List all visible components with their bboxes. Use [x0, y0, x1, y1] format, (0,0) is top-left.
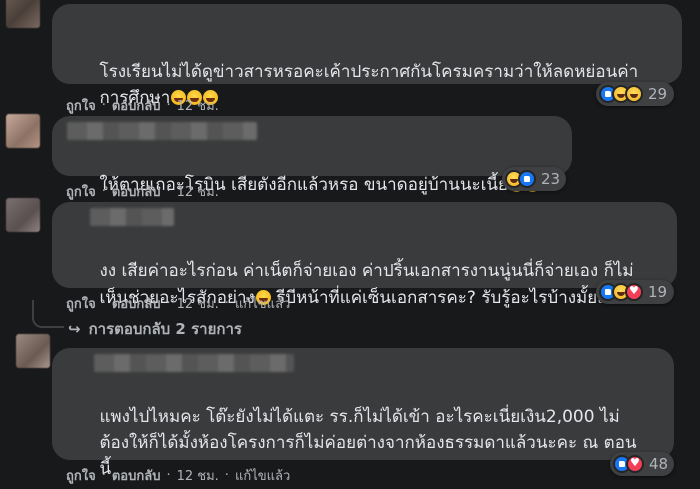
- timestamp[interactable]: 12 ชม.: [177, 95, 219, 116]
- reply-link[interactable]: ตอบกลับ: [112, 181, 161, 202]
- comment-actions: ถูกใจ · ตอบกลับ · 12 ชม.: [66, 181, 219, 202]
- reaction-count: 48: [649, 455, 669, 473]
- reaction-count: 29: [648, 85, 668, 103]
- comment-text-line: รีบีหน้าที่แค่เซ็นเอกสารคะ? รับรู้อะไรบ้…: [270, 288, 624, 308]
- comment-actions: ถูกใจ · ตอบกลับ · 12 ชม.: [66, 95, 219, 116]
- reply-link[interactable]: ตอบกลับ: [112, 465, 161, 486]
- thread-line: [32, 300, 64, 328]
- author-name[interactable]: [67, 122, 257, 140]
- reaction-count: 23: [541, 170, 561, 188]
- separator-dot: ·: [166, 98, 171, 113]
- reaction-summary[interactable]: 29: [596, 82, 674, 106]
- comment-bubble: งง เสียค่าอะไรก่อน ค่าเน็ตก็จ่ายเอง ค่าป…: [52, 202, 677, 308]
- separator-dot: ·: [101, 468, 106, 483]
- reaction-summary[interactable]: 19: [596, 280, 674, 304]
- author-name[interactable]: [90, 208, 174, 226]
- love-reaction-icon: [625, 283, 643, 301]
- separator-dot: ·: [224, 468, 229, 483]
- timestamp[interactable]: 12 ชม.: [177, 465, 219, 486]
- reaction-summary[interactable]: 48: [610, 452, 674, 476]
- avatar[interactable]: [6, 114, 40, 148]
- edited-label[interactable]: แก้ไขแล้ว: [235, 293, 290, 314]
- avatar[interactable]: [6, 198, 40, 232]
- comment-actions: ถูกใจ · ตอบกลับ · 12 ชม. · แก้ไขแล้ว: [66, 293, 290, 314]
- separator-dot: ·: [101, 98, 106, 113]
- separator-dot: ·: [101, 296, 106, 311]
- view-replies-link[interactable]: ↪ การตอบกลับ 2 รายการ: [68, 317, 242, 341]
- separator-dot: ·: [166, 468, 171, 483]
- separator-dot: ·: [101, 184, 106, 199]
- view-replies-label: การตอบกลับ 2 รายการ: [88, 320, 242, 338]
- timestamp[interactable]: 12 ชม.: [177, 293, 219, 314]
- reaction-summary[interactable]: 23: [502, 167, 566, 191]
- avatar[interactable]: [16, 334, 50, 368]
- reaction-count: 19: [648, 283, 668, 301]
- like-reaction-icon: [518, 170, 536, 188]
- comment-bubble: ให้ตายเถอะโรบิน เสียตังอีกแล้วหรอ ขนาดอย…: [52, 116, 572, 195]
- like-link[interactable]: ถูกใจ: [66, 465, 96, 486]
- author-name[interactable]: [94, 354, 294, 372]
- separator-dot: ·: [166, 184, 171, 199]
- love-reaction-icon: [626, 455, 644, 473]
- comments-section: โรงเรียนไม่ได้ดูข่าวสารหรอคะเค้าประกาศกั…: [0, 0, 700, 489]
- like-link[interactable]: ถูกใจ: [66, 95, 96, 116]
- comment-text-line: ต้องให้ก็ได้มั้งห้องโครงการก็ไม่ค่อยต่าง…: [99, 433, 637, 453]
- reply-arrow-icon: ↪: [68, 320, 81, 338]
- reply-link[interactable]: ตอบกลับ: [112, 95, 161, 116]
- like-link[interactable]: ถูกใจ: [66, 293, 96, 314]
- edited-label[interactable]: แก้ไขแล้ว: [235, 465, 290, 486]
- reply-link[interactable]: ตอบกลับ: [112, 293, 161, 314]
- separator-dot: ·: [224, 296, 229, 311]
- separator-dot: ·: [166, 296, 171, 311]
- like-link[interactable]: ถูกใจ: [66, 181, 96, 202]
- avatar[interactable]: [6, 0, 40, 28]
- timestamp[interactable]: 12 ชม.: [177, 181, 219, 202]
- comment-bubble: แพงไปไหมคะ โต๊ะยังไม่ได้แตะ รร.ก็ไม่ได้เ…: [52, 348, 674, 479]
- comment-bubble: โรงเรียนไม่ได้ดูข่าวสารหรอคะเค้าประกาศกั…: [52, 4, 682, 108]
- comment-actions: ถูกใจ · ตอบกลับ · 12 ชม. · แก้ไขแล้ว: [66, 465, 290, 486]
- haha-reaction-icon: [625, 85, 643, 103]
